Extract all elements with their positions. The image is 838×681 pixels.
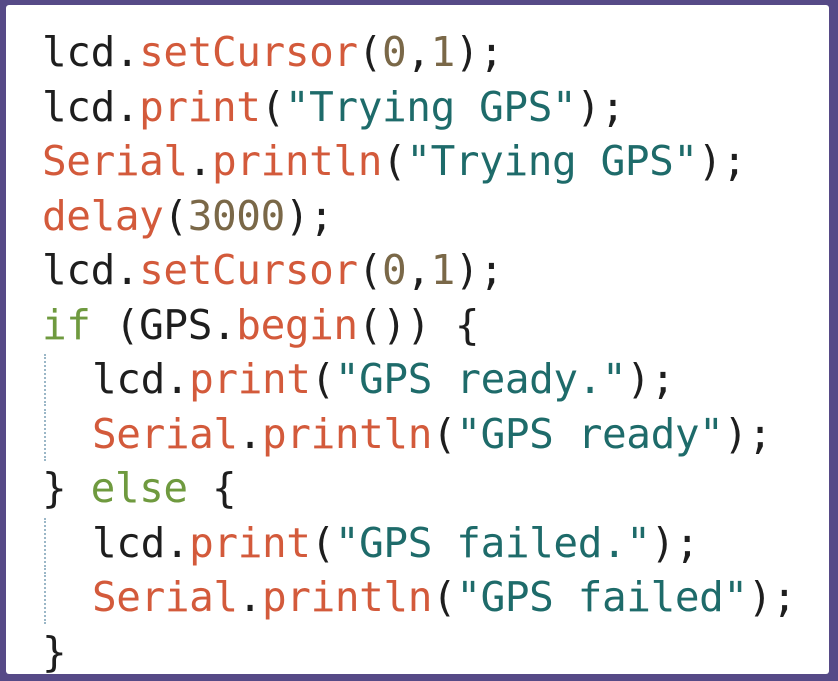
code-token-str: "Trying GPS" [406,137,698,185]
code-line: Serial.println("GPS ready"); [6,407,829,462]
code-editor-panel: lcd.setCursor(0,1); lcd.print("Trying GPS… [6,5,829,674]
code-token-plain: lcd. [42,82,140,131]
code-token-plain: ( [163,191,188,240]
code-token-plain: ( [432,409,457,458]
code-token-plain: lcd. [42,28,140,76]
code-token-num: 1 [430,246,456,294]
code-line: lcd.print("GPS failed."); [6,516,829,571]
code-token-plain: ); [454,28,504,76]
code-line: lcd.print("Trying GPS"); [6,80,829,135]
code-token-plain: ( [260,82,286,131]
code-token-plain: ( [432,573,457,621]
code-token-str: "GPS ready." [334,355,627,403]
code-line: if (GPS.begin()) { [6,298,829,353]
code-token-plain: ); [747,573,797,621]
code-token-fn: print [139,82,261,131]
code-token-fn: delay [42,191,164,240]
code-token-plain: ( [357,246,383,294]
code-token-plain: ); [723,409,773,458]
code-token-plain: , [406,246,431,294]
code-token-plain: . [237,573,263,621]
code-line: } [6,625,829,675]
code-token-num: 0 [382,28,407,76]
code-token-fn: setCursor [139,246,358,294]
code-token-plain: ); [650,518,700,567]
code-token-fn: println [212,137,383,185]
code-token-plain: ( [310,518,336,567]
code-token-plain: . [187,137,213,185]
code-line: } else { [6,461,829,516]
code-token-str: "Trying GPS" [284,82,577,131]
code-token-plain: ()) { [357,300,480,349]
code-token-num: 3000 [187,191,286,240]
indent-guide [44,408,46,461]
code-token-plain: ( [310,355,336,403]
code-token-plain: lcd. [92,518,190,567]
code-token-plain: ( [382,137,407,185]
code-token-fn: Serial [92,409,238,458]
indent-guide [44,517,46,570]
indent-guide [44,572,46,624]
code-token-plain: ); [454,246,504,294]
code-block[interactable]: lcd.setCursor(0,1); lcd.print("Trying GPS… [6,25,829,674]
code-line: lcd.setCursor(0,1); [6,243,829,298]
code-token-str: "GPS failed." [334,518,651,567]
code-token-num: 0 [382,246,407,294]
code-token-plain: } [42,627,67,675]
code-token-plain: ); [697,137,747,185]
code-line: Serial.println("GPS failed"); [6,570,829,625]
code-token-fn: println [262,573,433,621]
code-token-str: "GPS failed" [456,573,748,621]
code-token-fn: print [189,518,311,567]
code-token-plain: ( [357,28,383,76]
code-line: Serial.println("Trying GPS"); [6,134,829,189]
code-token-fn: Serial [92,573,238,621]
code-token-fn: begin [236,300,358,349]
code-token-fn: println [262,409,433,458]
code-token-plain: , [406,28,431,76]
code-token-fn: Serial [42,137,188,185]
code-token-plain: } [42,464,91,512]
code-token-fn: setCursor [139,28,358,76]
code-token-ctrl: if [42,300,91,349]
code-token-plain: ); [284,191,334,240]
code-line: lcd.print("GPS ready."); [6,352,829,407]
code-line: delay(3000); [6,189,829,244]
code-token-plain: (GPS. [90,300,237,349]
code-token-plain: { [187,464,237,512]
code-token-str: "GPS ready" [456,409,724,458]
code-token-plain: ); [576,82,625,131]
code-token-ctrl: else [90,464,189,512]
indent-guide [44,354,46,406]
code-token-plain: ); [626,355,675,403]
code-token-plain: lcd. [42,246,140,294]
code-line: lcd.setCursor(0,1); [6,25,829,80]
code-token-num: 1 [430,28,456,76]
code-token-plain: lcd. [92,355,190,403]
code-token-fn: print [189,355,311,403]
code-token-plain: . [237,409,263,458]
